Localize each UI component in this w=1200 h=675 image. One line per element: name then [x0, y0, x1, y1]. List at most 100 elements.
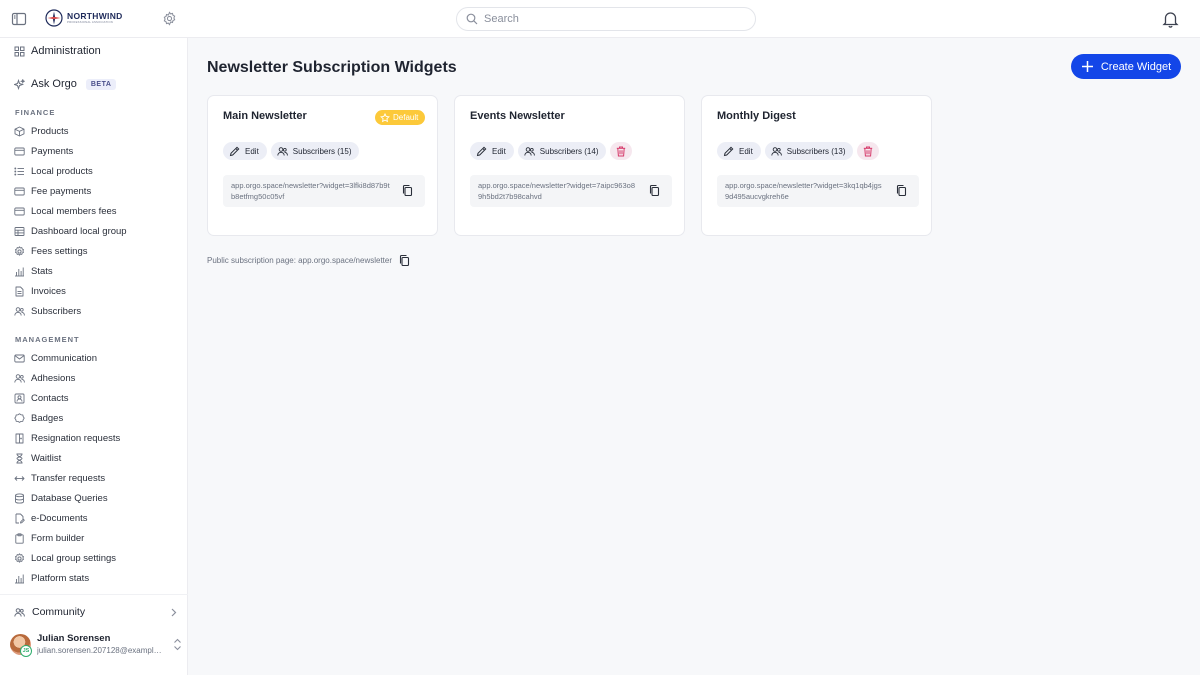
sidebar-item-communication[interactable]: Communication	[14, 348, 120, 368]
sidebar-item-label: Payments	[31, 145, 74, 157]
sidebar-item-contacts[interactable]: Contacts	[14, 388, 120, 408]
copy-icon[interactable]	[648, 184, 661, 197]
sidebar-item-label: Stats	[31, 265, 53, 277]
settings-gear-icon[interactable]	[162, 11, 177, 26]
sidebar-item-database-queries[interactable]: Database Queries	[14, 488, 120, 508]
widget-card: Main Newsletter Default Edit Subscribers (1…	[207, 95, 438, 236]
edit-label: Edit	[245, 146, 259, 156]
star-icon	[380, 112, 390, 123]
sidebar-item-label: Local products	[31, 165, 93, 177]
search-bar[interactable]	[456, 7, 756, 31]
sidebar-item-payments[interactable]: Payments	[14, 141, 127, 161]
sidebar-item-subscribers[interactable]: Subscribers	[14, 301, 127, 321]
sidebar-item-local-products[interactable]: Local products	[14, 161, 127, 181]
sidebar-item-label: Badges	[31, 412, 64, 424]
users-icon	[14, 373, 25, 384]
management-nav-list: Communication Adhesions Contacts Badges Resi…	[14, 348, 120, 588]
sidebar: Administration Ask Orgo BETA FINANCE Pro…	[0, 38, 188, 675]
default-badge-label: Default	[393, 113, 419, 122]
users-icon	[14, 306, 25, 317]
user-initials-badge: JS	[20, 644, 32, 657]
delete-button[interactable]	[610, 142, 633, 160]
sidebar-item-label: Local members fees	[31, 205, 117, 217]
subscribers-button[interactable]: Subscribers (14)	[517, 142, 607, 160]
list-icon	[14, 166, 25, 177]
pencil-icon	[723, 146, 734, 157]
clipboard-icon	[14, 532, 25, 544]
sidebar-item-badges[interactable]: Badges	[14, 408, 120, 428]
sidebar-item-label: Waitlist	[31, 452, 62, 464]
subscribers-button[interactable]: Subscribers (15)	[270, 142, 360, 160]
delete-button[interactable]	[857, 142, 880, 160]
sidebar-item-fee-payments[interactable]: Fee payments	[14, 181, 127, 201]
edit-label: Edit	[739, 146, 753, 156]
logo-name: NORTHWIND	[67, 10, 123, 21]
widget-url-box: app.orgo.space/newsletter?widget=3kq1qb4…	[717, 175, 919, 207]
trash-icon	[616, 146, 626, 157]
sidebar-item-e-documents[interactable]: e-Documents	[14, 508, 120, 528]
sidebar-item-label: Community	[32, 606, 86, 618]
sidebar-toggle-icon[interactable]	[11, 11, 27, 27]
widget-url: app.orgo.space/newsletter?widget=3lfki8d…	[231, 181, 390, 201]
page-title: Newsletter Subscription Widgets	[207, 59, 457, 76]
sidebar-item-label: Database Queries	[31, 492, 108, 504]
sidebar-item-waitlist[interactable]: Waitlist	[14, 448, 120, 468]
brand-logo[interactable]: NORTHWIND PROFESSIONAL ASSOCIATION	[45, 9, 123, 27]
sidebar-item-label: Communication	[31, 352, 97, 364]
copy-icon[interactable]	[895, 184, 908, 197]
subscribers-button[interactable]: Subscribers (13)	[764, 142, 854, 160]
grid-icon	[14, 46, 25, 57]
copy-icon[interactable]	[401, 184, 414, 197]
sidebar-item-local-members-fees[interactable]: Local members fees	[14, 201, 127, 221]
edit-button[interactable]: Edit	[717, 142, 761, 160]
widget-title: Monthly Digest	[717, 110, 796, 122]
sidebar-item-local-group-settings[interactable]: Local group settings	[14, 548, 120, 568]
gear-icon	[14, 552, 25, 564]
chevron-right-icon	[169, 608, 178, 617]
bar-chart-icon	[14, 266, 25, 277]
file-edit-icon	[14, 513, 25, 524]
subscribers-label: Subscribers (13)	[786, 146, 846, 156]
arrows-icon	[14, 473, 25, 484]
create-widget-button[interactable]: Create Widget	[1071, 54, 1181, 79]
credit-card-icon	[14, 186, 25, 197]
sidebar-item-dashboard-local-group[interactable]: Dashboard local group	[14, 221, 127, 241]
sidebar-item-ask-orgo[interactable]: Ask Orgo BETA	[14, 78, 117, 90]
sidebar-item-form-builder[interactable]: Form builder	[14, 528, 120, 548]
widget-url: app.orgo.space/newsletter?widget=3kq1qb4…	[725, 181, 882, 201]
sidebar-item-stats[interactable]: Stats	[14, 261, 127, 281]
widget-url-box: app.orgo.space/newsletter?widget=3lfki8d…	[223, 175, 425, 207]
sidebar-item-fees-settings[interactable]: Fees settings	[14, 241, 127, 261]
user-menu[interactable]: JS Julian Sorensen julian.sorensen.20712…	[10, 633, 182, 657]
credit-card-icon	[14, 206, 25, 217]
sidebar-item-label: Platform stats	[31, 572, 90, 584]
edit-button[interactable]: Edit	[470, 142, 514, 160]
hourglass-icon	[14, 453, 25, 464]
database-icon	[14, 492, 25, 504]
sidebar-item-resignation-requests[interactable]: Resignation requests	[14, 428, 120, 448]
search-input[interactable]	[484, 13, 744, 25]
compass-logo-icon	[45, 9, 63, 27]
edit-button[interactable]: Edit	[223, 142, 267, 160]
users-icon	[277, 146, 288, 157]
document-icon	[14, 286, 25, 297]
notifications-bell-icon[interactable]	[1162, 10, 1179, 28]
sidebar-item-administration[interactable]: Administration	[14, 45, 101, 57]
search-icon	[466, 13, 478, 25]
sidebar-item-adhesions[interactable]: Adhesions	[14, 368, 120, 388]
sidebar-item-platform-stats[interactable]: Platform stats	[14, 568, 120, 588]
user-name: Julian Sorensen	[37, 633, 111, 644]
widget-card: Monthly Digest Edit Subscribers (13) app.or…	[701, 95, 932, 236]
sidebar-item-products[interactable]: Products	[14, 121, 127, 141]
sidebar-item-label: Resignation requests	[31, 432, 121, 444]
subscribers-label: Subscribers (14)	[539, 146, 599, 156]
credit-card-icon	[14, 146, 25, 157]
copy-icon[interactable]	[398, 254, 411, 267]
top-bar: NORTHWIND PROFESSIONAL ASSOCIATION	[0, 0, 1200, 38]
sidebar-item-community[interactable]: Community	[14, 606, 178, 618]
public-page-info: Public subscription page: app.orgo.space…	[207, 254, 411, 267]
sidebar-item-transfer-requests[interactable]: Transfer requests	[14, 468, 120, 488]
sidebar-item-label: Local group settings	[31, 552, 117, 564]
sidebar-item-invoices[interactable]: Invoices	[14, 281, 127, 301]
widget-card: Events Newsletter Edit Subscribers (14) app…	[454, 95, 685, 236]
